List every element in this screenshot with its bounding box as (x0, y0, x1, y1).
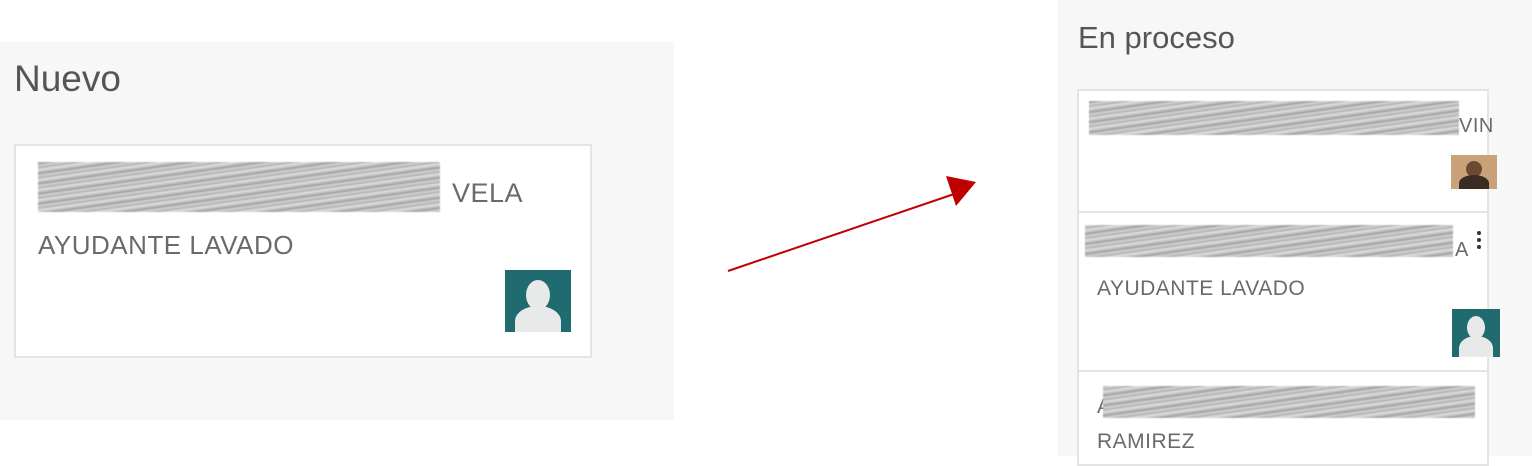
card-name-suffix: VELA (452, 178, 524, 208)
card-role: AYUDANTE LAVADO (38, 230, 294, 260)
card-second-line: RAMIREZ (1097, 430, 1195, 453)
redacted-name (1089, 101, 1459, 135)
column-nuevo: Nuevo VELA AYUDANTE LAVADO (0, 42, 674, 420)
redacted-name (38, 162, 440, 212)
column-title: En proceso (1078, 20, 1235, 55)
redacted-name (1103, 386, 1475, 418)
kanban-card[interactable]: A RAMIREZ (1077, 370, 1489, 466)
card-name-suffix: VIN (1459, 115, 1494, 137)
column-en-proceso: En proceso VIN A AYUDANTE LAVADO A RAMIR… (1058, 0, 1532, 466)
kanban-card[interactable]: VIN (1077, 89, 1497, 213)
column-title: Nuevo (14, 58, 121, 99)
card-name-suffix: A (1455, 239, 1469, 261)
kebab-menu-icon[interactable] (1476, 231, 1482, 249)
redacted-name (1085, 225, 1453, 257)
kanban-card[interactable]: A AYUDANTE LAVADO (1077, 211, 1500, 373)
user-photo-avatar (1451, 155, 1497, 189)
card-role: AYUDANTE LAVADO (1097, 277, 1306, 300)
default-user-icon (505, 270, 571, 332)
arrow-icon (727, 176, 976, 272)
default-user-icon (1452, 309, 1500, 357)
kanban-card[interactable]: VELA AYUDANTE LAVADO (14, 144, 592, 358)
